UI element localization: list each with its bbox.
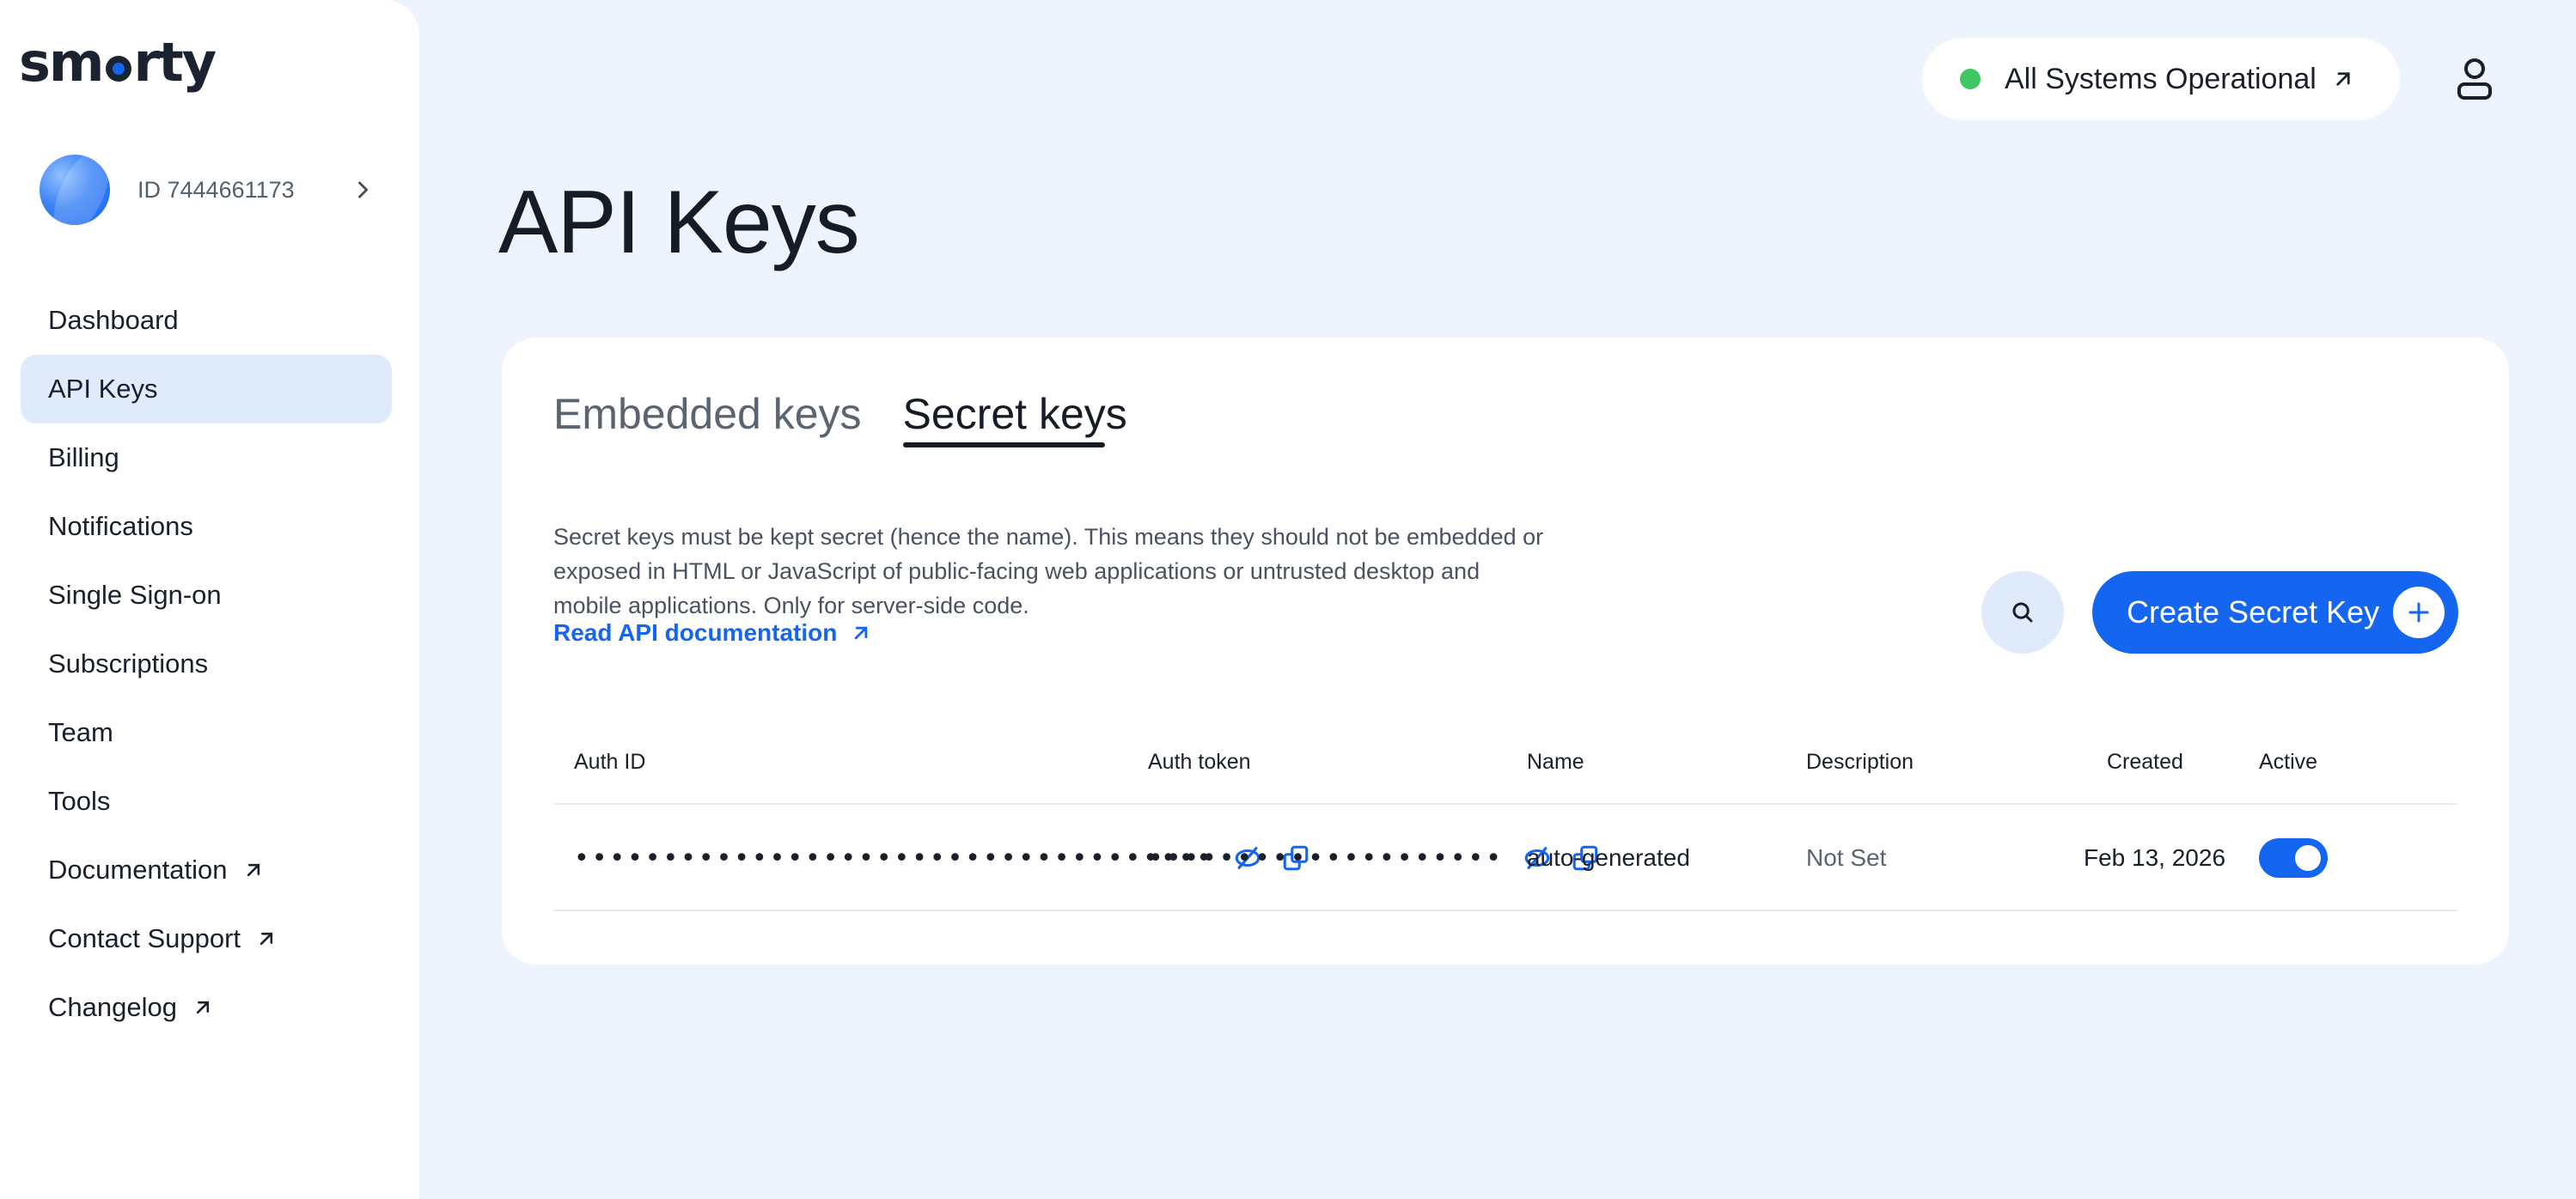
logo-a-mark [105, 56, 131, 82]
external-link-icon [855, 626, 868, 640]
column-header-auth-id: Auth ID [574, 750, 646, 774]
tab-embedded-keys[interactable]: Embedded keys [553, 389, 862, 447]
chevron-right-icon [358, 181, 369, 198]
active-cell [2259, 805, 2328, 911]
sidebar-nav: Dashboard API Keys Billing Notifications… [21, 286, 392, 1042]
sidebar-item-label: Changelog [48, 992, 177, 1022]
api-keys-card: Embedded keys Secret keys Secret keys mu… [502, 338, 2509, 965]
name-cell: auto-generated [1527, 844, 1690, 871]
sidebar-item-changelog[interactable]: Changelog [21, 973, 392, 1042]
sidebar-item-label: Contact Support [48, 923, 241, 953]
create-secret-key-button[interactable]: Create Secret Key [2092, 571, 2458, 654]
sidebar-item-team[interactable]: Team [21, 698, 392, 767]
search-icon [2012, 602, 2033, 623]
sidebar-item-label: Billing [48, 442, 119, 472]
table-header: Auth ID Auth token Name Description Crea… [553, 724, 2457, 805]
sidebar-item-subscriptions[interactable]: Subscriptions [21, 630, 392, 698]
created-cell: Feb 13, 2026 [2084, 844, 2226, 871]
sidebar-item-contact-support[interactable]: Contact Support [21, 904, 392, 973]
sidebar: sm rty ID 7444661173 Dashboard API Keys B… [0, 0, 419, 1199]
sidebar-item-documentation[interactable]: Documentation [21, 836, 392, 904]
sidebar-item-label: Tools [48, 786, 111, 816]
status-indicator-dot [1960, 69, 1981, 89]
column-header-auth-token: Auth token [1148, 750, 1251, 774]
column-header-description: Description [1806, 750, 1914, 774]
page-title: API Keys [498, 173, 860, 272]
external-link-icon [259, 932, 273, 946]
tab-secret-keys[interactable]: Secret keys [902, 389, 1127, 447]
system-status-link[interactable]: All Systems Operational [1922, 38, 2400, 120]
sidebar-item-single-sign-on[interactable]: Single Sign-on [21, 561, 392, 630]
external-link-icon [2336, 72, 2350, 86]
search-button[interactable] [1981, 571, 2064, 654]
key-type-tabs: Embedded keys Secret keys [553, 389, 1127, 447]
sidebar-item-dashboard[interactable]: Dashboard [21, 286, 392, 355]
auth-token-masked: •••••••••••••••••••• [1148, 843, 1504, 873]
sidebar-item-label: Notifications [48, 511, 193, 541]
column-header-name: Name [1527, 750, 1584, 774]
sidebar-item-label: Subscriptions [48, 648, 209, 679]
sidebar-item-label: API Keys [48, 374, 158, 404]
status-text: All Systems Operational [2005, 62, 2317, 95]
auth-id-masked: •••••••••••••••••••••••••••••••••••• [574, 843, 1215, 873]
sidebar-item-label: Documentation [48, 855, 228, 885]
api-documentation-link[interactable]: Read API documentation [553, 619, 873, 647]
secret-keys-description: Secret keys must be kept secret (hence t… [553, 524, 1544, 618]
user-menu-button[interactable] [2447, 52, 2502, 107]
create-secret-key-label: Create Secret Key [2127, 594, 2380, 630]
avatar [40, 155, 110, 225]
description-cell: Not Set [1806, 844, 1887, 871]
user-icon [2457, 58, 2492, 100]
sidebar-item-notifications[interactable]: Notifications [21, 492, 392, 561]
logo-text-end: rty [133, 31, 217, 94]
doc-link-label: Read API documentation [553, 619, 838, 646]
sidebar-item-api-keys[interactable]: API Keys [21, 355, 392, 423]
sidebar-item-label: Dashboard [48, 305, 179, 335]
logo-text-start: sm [19, 31, 105, 94]
account-id: ID 7444661173 [137, 176, 295, 203]
plus-icon [2393, 587, 2445, 638]
external-link-icon [247, 863, 259, 877]
column-header-created: Created [2107, 750, 2183, 774]
external-link-icon [196, 1001, 210, 1014]
sidebar-item-tools[interactable]: Tools [21, 767, 392, 836]
secret-keys-table: Auth ID Auth token Name Description Crea… [553, 724, 2457, 911]
smarty-logo[interactable]: sm rty [19, 31, 217, 94]
column-header-active: Active [2259, 750, 2318, 774]
table-row: •••••••••••••••••••••••••••••••••••• •••… [553, 805, 2457, 911]
sidebar-item-label: Team [48, 717, 113, 747]
sidebar-item-billing[interactable]: Billing [21, 423, 392, 492]
sidebar-item-label: Single Sign-on [48, 580, 222, 610]
account-switcher[interactable]: ID 7444661173 [40, 153, 375, 227]
active-toggle[interactable] [2259, 838, 2328, 878]
